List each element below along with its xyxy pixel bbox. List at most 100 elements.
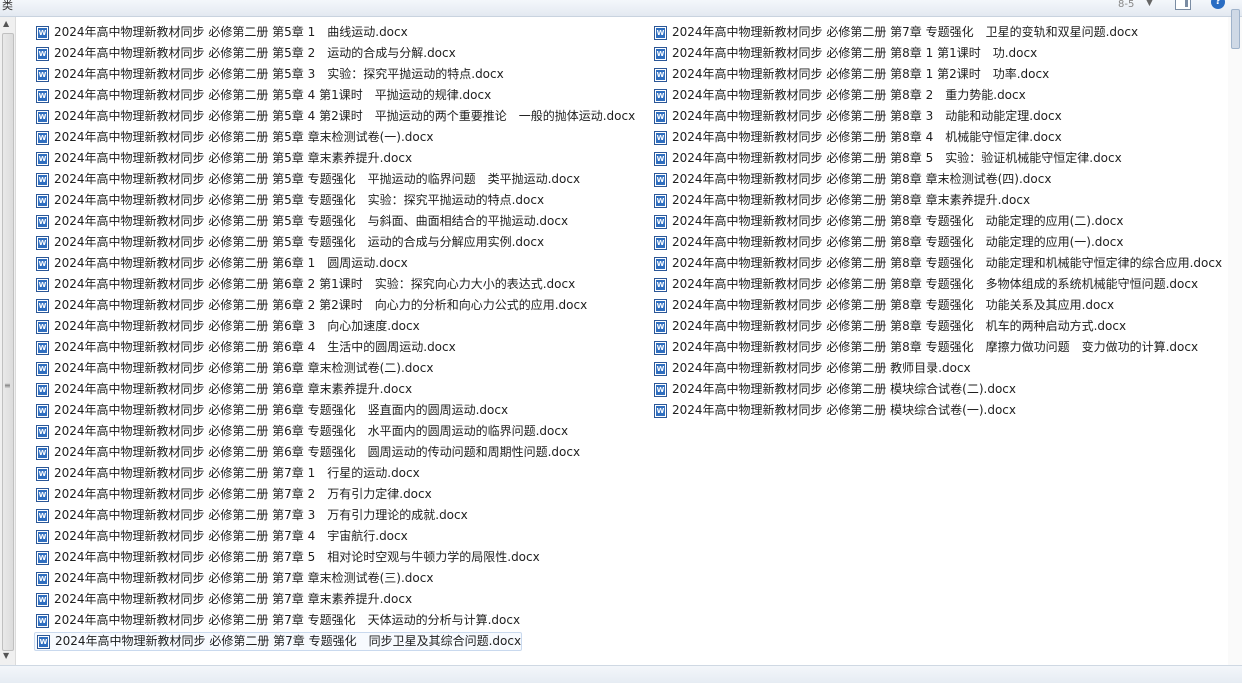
file-name: 2024年高中物理新教材同步 必修第二册 第7章 4 宇宙航行.docx bbox=[54, 529, 408, 543]
word-document-icon bbox=[36, 109, 49, 124]
scrollbar-thumb[interactable] bbox=[2, 33, 14, 651]
file-name: 2024年高中物理新教材同步 必修第二册 第5章 专题强化 运动的合成与分解应用… bbox=[54, 235, 545, 249]
file-item[interactable]: 2024年高中物理新教材同步 必修第二册 第6章 专题强化 圆周运动的传动问题和… bbox=[34, 443, 580, 462]
file-item[interactable]: 2024年高中物理新教材同步 必修第二册 第7章 章末检测试卷(三).docx bbox=[34, 569, 433, 588]
view-size-icon[interactable]: 8-5 bbox=[1118, 0, 1134, 10]
word-document-icon bbox=[36, 193, 49, 208]
navigation-pane-scrollbar[interactable]: ▲ ≡ ▼ bbox=[0, 17, 16, 665]
file-item[interactable]: 2024年高中物理新教材同步 必修第二册 第7章 专题强化 天体运动的分析与计算… bbox=[34, 611, 520, 630]
file-item[interactable]: 2024年高中物理新教材同步 必修第二册 第8章 专题强化 动能定理和机械能守恒… bbox=[652, 254, 1222, 273]
word-document-icon bbox=[36, 529, 49, 544]
file-item[interactable]: 2024年高中物理新教材同步 必修第二册 第5章 专题强化 与斜面、曲面相结合的… bbox=[34, 212, 568, 231]
file-item[interactable]: 2024年高中物理新教材同步 必修第二册 教师目录.docx bbox=[652, 359, 971, 378]
word-document-icon bbox=[36, 256, 49, 271]
word-document-icon bbox=[36, 424, 49, 439]
word-document-icon bbox=[654, 340, 667, 355]
file-item[interactable]: 2024年高中物理新教材同步 必修第二册 第8章 章末检测试卷(四).docx bbox=[652, 170, 1051, 189]
word-document-icon bbox=[654, 109, 667, 124]
file-name: 2024年高中物理新教材同步 必修第二册 第5章 专题强化 平抛运动的临界问题 … bbox=[54, 172, 581, 186]
file-name: 2024年高中物理新教材同步 必修第二册 第8章 5 实验：验证机械能守恒定律.… bbox=[672, 151, 1122, 165]
file-name: 2024年高中物理新教材同步 必修第二册 第5章 1 曲线运动.docx bbox=[54, 25, 408, 39]
file-item[interactable]: 2024年高中物理新教材同步 必修第二册 第8章 章末素养提升.docx bbox=[652, 191, 1030, 210]
word-document-icon bbox=[654, 235, 667, 250]
file-item[interactable]: 2024年高中物理新教材同步 必修第二册 第7章 章末素养提升.docx bbox=[34, 590, 412, 609]
file-name: 2024年高中物理新教材同步 必修第二册 第5章 专题强化 实验：探究平抛运动的… bbox=[54, 193, 545, 207]
file-item[interactable]: 2024年高中物理新教材同步 必修第二册 模块综合试卷(二).docx bbox=[652, 380, 1016, 399]
word-document-icon bbox=[654, 130, 667, 145]
word-document-icon bbox=[36, 172, 49, 187]
preview-pane-icon[interactable] bbox=[1175, 0, 1191, 10]
file-name: 2024年高中物理新教材同步 必修第二册 第6章 2 第1课时 实验：探究向心力… bbox=[54, 277, 576, 291]
file-item[interactable]: 2024年高中物理新教材同步 必修第二册 第7章 专题强化 卫星的变轨和双星问题… bbox=[652, 23, 1138, 42]
file-item[interactable]: 2024年高中物理新教材同步 必修第二册 第7章 2 万有引力定律.docx bbox=[34, 485, 432, 504]
scrollbar-thumb[interactable] bbox=[1231, 9, 1240, 49]
file-item[interactable]: 2024年高中物理新教材同步 必修第二册 第6章 1 圆周运动.docx bbox=[34, 254, 408, 273]
file-item[interactable]: 2024年高中物理新教材同步 必修第二册 第5章 章末素养提升.docx bbox=[34, 149, 412, 168]
file-item[interactable]: 2024年高中物理新教材同步 必修第二册 第6章 章末素养提升.docx bbox=[34, 380, 412, 399]
file-item[interactable]: 2024年高中物理新教材同步 必修第二册 第5章 专题强化 实验：探究平抛运动的… bbox=[34, 191, 544, 210]
file-item[interactable]: 2024年高中物理新教材同步 必修第二册 第7章 3 万有引力理论的成就.doc… bbox=[34, 506, 468, 525]
file-name: 2024年高中物理新教材同步 必修第二册 第6章 章末检测试卷(二).docx bbox=[54, 361, 434, 375]
file-name: 2024年高中物理新教材同步 必修第二册 第8章 4 机械能守恒定律.docx bbox=[672, 130, 1062, 144]
file-item[interactable]: 2024年高中物理新教材同步 必修第二册 第6章 专题强化 竖直面内的圆周运动.… bbox=[34, 401, 508, 420]
file-item[interactable]: 2024年高中物理新教材同步 必修第二册 第8章 专题强化 动能定理的应用(一)… bbox=[652, 233, 1123, 252]
file-item[interactable]: 2024年高中物理新教材同步 必修第二册 第8章 专题强化 机车的两种启动方式.… bbox=[652, 317, 1126, 336]
file-name: 2024年高中物理新教材同步 必修第二册 第5章 3 实验：探究平抛运动的特点.… bbox=[54, 67, 504, 81]
file-item[interactable]: 2024年高中物理新教材同步 必修第二册 第6章 章末检测试卷(二).docx bbox=[34, 359, 433, 378]
word-document-icon bbox=[36, 550, 49, 565]
file-item[interactable]: 2024年高中物理新教材同步 必修第二册 第8章 5 实验：验证机械能守恒定律.… bbox=[652, 149, 1122, 168]
scroll-up-arrow-icon[interactable]: ▲ bbox=[3, 19, 9, 28]
word-document-icon bbox=[654, 298, 667, 313]
file-item[interactable]: 2024年高中物理新教材同步 必修第二册 第8章 1 第1课时 功.docx bbox=[652, 44, 1037, 63]
file-list-scrollbar[interactable] bbox=[1228, 9, 1242, 665]
scroll-down-arrow-icon[interactable]: ▼ bbox=[3, 651, 9, 660]
file-name: 2024年高中物理新教材同步 必修第二册 第7章 1 行星的运动.docx bbox=[54, 466, 420, 480]
help-icon[interactable]: ? bbox=[1211, 0, 1225, 9]
file-item[interactable]: 2024年高中物理新教材同步 必修第二册 第5章 4 第1课时 平抛运动的规律.… bbox=[34, 86, 491, 105]
status-bar bbox=[0, 665, 1242, 683]
scrollbar-grip-icon: ≡ bbox=[4, 381, 11, 390]
word-document-icon bbox=[36, 151, 49, 166]
file-name: 2024年高中物理新教材同步 必修第二册 第6章 专题强化 水平面内的圆周运动的… bbox=[54, 424, 569, 438]
file-name: 2024年高中物理新教材同步 必修第二册 第7章 专题强化 天体运动的分析与计算… bbox=[54, 613, 521, 627]
file-name: 2024年高中物理新教材同步 必修第二册 第8章 2 重力势能.docx bbox=[672, 88, 1026, 102]
file-item[interactable]: 2024年高中物理新教材同步 必修第二册 第7章 5 相对论时空观与牛顿力学的局… bbox=[34, 548, 540, 567]
file-name: 2024年高中物理新教材同步 必修第二册 第8章 3 动能和动能定理.docx bbox=[672, 109, 1062, 123]
file-item[interactable]: 2024年高中物理新教材同步 必修第二册 第5章 专题强化 运动的合成与分解应用… bbox=[34, 233, 544, 252]
file-item[interactable]: 2024年高中物理新教材同步 必修第二册 第8章 1 第2课时 功率.docx bbox=[652, 65, 1049, 84]
file-item[interactable]: 2024年高中物理新教材同步 必修第二册 第8章 专题强化 动能定理的应用(二)… bbox=[652, 212, 1123, 231]
file-name: 2024年高中物理新教材同步 必修第二册 第6章 4 生活中的圆周运动.docx bbox=[54, 340, 456, 354]
menu-label[interactable]: 类 bbox=[2, 0, 13, 13]
view-dropdown-arrow-icon[interactable]: ▼ bbox=[1146, 0, 1153, 8]
word-document-icon bbox=[654, 403, 667, 418]
word-document-icon bbox=[654, 277, 667, 292]
file-item[interactable]: 2024年高中物理新教材同步 必修第二册 第6章 专题强化 水平面内的圆周运动的… bbox=[34, 422, 568, 441]
file-item[interactable]: 2024年高中物理新教材同步 必修第二册 第5章 专题强化 平抛运动的临界问题 … bbox=[34, 170, 580, 189]
file-item[interactable]: 2024年高中物理新教材同步 必修第二册 第7章 4 宇宙航行.docx bbox=[34, 527, 408, 546]
file-item[interactable]: 2024年高中物理新教材同步 必修第二册 第8章 专题强化 摩擦力做功问题 变力… bbox=[652, 338, 1198, 357]
word-document-icon bbox=[654, 361, 667, 376]
word-document-icon bbox=[654, 151, 667, 166]
file-name: 2024年高中物理新教材同步 必修第二册 模块综合试卷(一).docx bbox=[672, 403, 1017, 417]
file-name: 2024年高中物理新教材同步 必修第二册 第8章 专题强化 动能定理的应用(一)… bbox=[672, 235, 1124, 249]
file-item[interactable]: 2024年高中物理新教材同步 必修第二册 第8章 2 重力势能.docx bbox=[652, 86, 1026, 105]
word-document-icon bbox=[654, 319, 667, 334]
file-name: 2024年高中物理新教材同步 必修第二册 第7章 章末素养提升.docx bbox=[54, 592, 413, 606]
file-item[interactable]: 2024年高中物理新教材同步 必修第二册 第8章 专题强化 多物体组成的系统机械… bbox=[652, 275, 1198, 294]
file-item[interactable]: 2024年高中物理新教材同步 必修第二册 第8章 3 动能和动能定理.docx bbox=[652, 107, 1062, 126]
file-item[interactable]: 2024年高中物理新教材同步 必修第二册 第8章 4 机械能守恒定律.docx bbox=[652, 128, 1062, 147]
file-item[interactable]: 2024年高中物理新教材同步 必修第二册 第5章 2 运动的合成与分解.docx bbox=[34, 44, 456, 63]
file-item[interactable]: 2024年高中物理新教材同步 必修第二册 第6章 2 第1课时 实验：探究向心力… bbox=[34, 275, 575, 294]
file-item[interactable]: 2024年高中物理新教材同步 必修第二册 第7章 专题强化 同步卫星及其综合问题… bbox=[34, 632, 523, 651]
file-item[interactable]: 2024年高中物理新教材同步 必修第二册 第8章 专题强化 功能关系及其应用.d… bbox=[652, 296, 1114, 315]
file-item[interactable]: 2024年高中物理新教材同步 必修第二册 第6章 2 第2课时 向心力的分析和向… bbox=[34, 296, 587, 315]
file-item[interactable]: 2024年高中物理新教材同步 必修第二册 第6章 4 生活中的圆周运动.docx bbox=[34, 338, 456, 357]
file-name: 2024年高中物理新教材同步 必修第二册 第8章 1 第1课时 功.docx bbox=[672, 46, 1038, 60]
file-item[interactable]: 2024年高中物理新教材同步 必修第二册 第5章 4 第2课时 平抛运动的两个重… bbox=[34, 107, 635, 126]
file-item[interactable]: 2024年高中物理新教材同步 必修第二册 第5章 1 曲线运动.docx bbox=[34, 23, 408, 42]
file-item[interactable]: 2024年高中物理新教材同步 必修第二册 第6章 3 向心加速度.docx bbox=[34, 317, 420, 336]
file-item[interactable]: 2024年高中物理新教材同步 必修第二册 模块综合试卷(一).docx bbox=[652, 401, 1016, 420]
file-item[interactable]: 2024年高中物理新教材同步 必修第二册 第5章 章末检测试卷(一).docx bbox=[34, 128, 433, 147]
file-item[interactable]: 2024年高中物理新教材同步 必修第二册 第5章 3 实验：探究平抛运动的特点.… bbox=[34, 65, 504, 84]
file-item[interactable]: 2024年高中物理新教材同步 必修第二册 第7章 1 行星的运动.docx bbox=[34, 464, 420, 483]
